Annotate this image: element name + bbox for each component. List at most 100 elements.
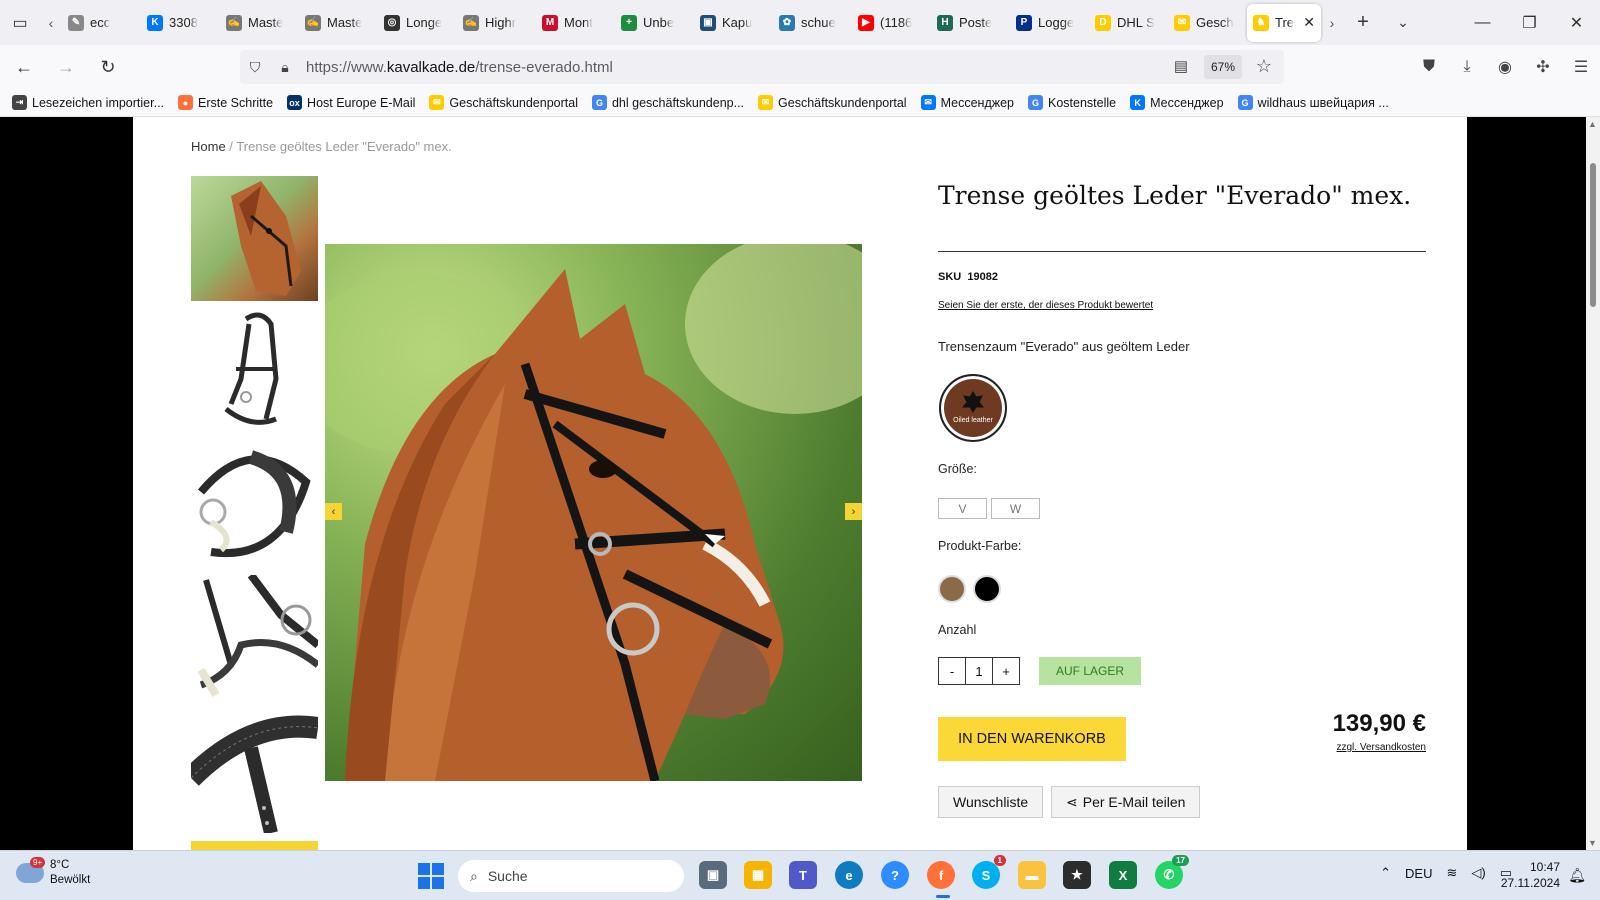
tab-13[interactable]: D DHL S <box>1089 4 1168 42</box>
tab-scroll-right-button[interactable]: › <box>1321 0 1343 45</box>
store-icon[interactable]: ▦ <box>744 861 772 889</box>
add-to-cart-button[interactable]: IN DEN WARENKORB <box>938 717 1126 761</box>
gallery-prev-button[interactable]: ‹ <box>325 503 342 520</box>
close-window-button[interactable]: ✕ <box>1553 0 1600 45</box>
write-review-link[interactable]: Seien Sie der erste, der dieses Produkt … <box>938 300 1153 311</box>
bookmark-item[interactable]: Gdhl geschäftskundenp... <box>591 95 744 110</box>
file-explorer-icon[interactable]: ▬ <box>1018 861 1046 889</box>
tab-8[interactable]: ▣ Kapu <box>694 4 773 42</box>
bookmark-star-icon[interactable]: ☆ <box>1256 56 1272 77</box>
scroll-up-arrow[interactable]: ▲ <box>1588 119 1597 129</box>
downloads-icon[interactable]: ⤓ <box>1448 45 1486 89</box>
tab-scroll-left-button[interactable]: ‹ <box>40 0 62 45</box>
forward-button[interactable]: → <box>48 49 84 85</box>
thumbnail-horse-photo[interactable] <box>191 176 318 301</box>
tab-4[interactable]: ◎ Longe <box>378 4 457 42</box>
notification-bell-icon[interactable]: 🔔︎ <box>1568 867 1586 884</box>
url-bar[interactable]: ⛉ 🔒︎ https://www.kavalkade.de/trense-eve… <box>240 50 1284 84</box>
restore-button[interactable]: ❐ <box>1506 0 1553 45</box>
extensions-icon[interactable]: ✣ <box>1524 45 1562 89</box>
tab-label: Logge <box>1038 15 1075 30</box>
firefox-view-button[interactable]: ▭ <box>0 0 40 45</box>
excel-icon[interactable]: X <box>1109 861 1137 889</box>
bookmark-item[interactable]: K Мессенджер <box>1130 95 1224 110</box>
bookmark-item[interactable]: ox Host Europe E-Mail <box>287 95 415 110</box>
target-icon: ◎ <box>384 14 400 31</box>
whatsapp-icon[interactable]: ✆ 17 <box>1155 855 1189 889</box>
bookmark-item[interactable]: ⇥ Lesezeichen importier... <box>12 95 164 110</box>
thumbnail-stitching-detail[interactable] <box>191 708 318 833</box>
color-swatch-brown[interactable] <box>938 575 966 603</box>
bookmark-item[interactable]: ✉ Мессенджер <box>920 95 1014 110</box>
thumbnail-bridle-full[interactable] <box>191 309 318 434</box>
page-scrollbar[interactable]: ▲ ▼ <box>1586 117 1600 850</box>
teams-icon[interactable]: T <box>789 861 817 889</box>
color-swatch-black[interactable] <box>973 575 1001 603</box>
shipping-costs-link[interactable]: zzgl. Versandkosten <box>1337 742 1427 753</box>
bookmark-item[interactable]: ● Erste Schritte <box>178 95 273 110</box>
main-product-image[interactable]: ‹ › <box>325 244 862 781</box>
tab-12[interactable]: P Logge <box>1010 4 1089 42</box>
task-view-icon[interactable]: ▣ <box>699 861 727 889</box>
reader-view-icon[interactable]: ▤ <box>1174 57 1188 75</box>
breadcrumb-home-link[interactable]: Home <box>191 139 226 154</box>
account-icon[interactable]: ◉ <box>1486 45 1524 89</box>
size-option-v[interactable]: V <box>938 498 987 519</box>
share-email-button[interactable]: ⋖ Per E-Mail teilen <box>1051 786 1201 818</box>
thumbnail-more-indicator[interactable] <box>191 841 318 850</box>
tab-active[interactable]: ♞ Tre ✕ <box>1247 3 1321 42</box>
language-indicator[interactable]: DEU <box>1405 866 1432 881</box>
menu-icon[interactable]: ☰ <box>1562 45 1600 89</box>
bookmark-item[interactable]: Gwildhaus швейцария ... <box>1237 95 1389 110</box>
bookmark-item[interactable]: ✉ Geschäftskundenportal <box>429 95 578 110</box>
size-option-w[interactable]: W <box>991 498 1040 519</box>
chevron-up-icon[interactable]: ⌃ <box>1380 865 1391 881</box>
clock[interactable]: 10:47 27.11.2024 <box>1501 859 1560 891</box>
volume-icon[interactable]: ◁) <box>1471 865 1485 881</box>
tab-1[interactable]: K 3308 <box>141 4 220 42</box>
quantity-input[interactable]: 1 <box>965 657 993 685</box>
sku-value: 19082 <box>967 271 998 283</box>
gallery-next-button[interactable]: › <box>845 503 862 520</box>
scrollbar-thumb[interactable] <box>1590 163 1596 307</box>
new-tab-button[interactable]: + <box>1343 0 1383 45</box>
thumbnail-browband-detail[interactable] <box>191 442 318 567</box>
quantity-decrease-button[interactable]: - <box>938 657 966 685</box>
tab-14[interactable]: ✉ Gesch <box>1168 4 1247 42</box>
tab-6[interactable]: M Mont <box>536 4 615 42</box>
list-all-tabs-button[interactable]: ⌄ <box>1383 0 1423 45</box>
quantity-increase-button[interactable]: + <box>992 657 1020 685</box>
lock-icon[interactable]: 🔒︎ <box>270 59 300 76</box>
shield-icon[interactable]: ⛉ <box>240 59 270 76</box>
minimize-button[interactable]: — <box>1459 0 1506 45</box>
back-button[interactable]: ← <box>6 49 42 85</box>
zoom-level-button[interactable]: 67% <box>1203 55 1242 79</box>
tab-9[interactable]: ✿ schue <box>773 4 852 42</box>
weather-description: Bewölkt <box>50 874 91 886</box>
url-text[interactable]: https://www.kavalkade.de/trense-everado.… <box>306 59 613 76</box>
tab-2[interactable]: ✍ Maste <box>220 4 299 42</box>
taskbar-search[interactable]: ⌕ Suche <box>458 860 684 892</box>
skype-icon[interactable]: S1 <box>972 855 1006 889</box>
bookmark-item[interactable]: G Kostenstelle <box>1028 95 1116 110</box>
wishlist-button[interactable]: Wunschliste <box>938 786 1044 818</box>
close-icon[interactable]: ✕ <box>1303 14 1315 31</box>
star-app-icon[interactable]: ★ <box>1063 861 1091 889</box>
tab-5[interactable]: ✍ Highr <box>457 4 536 42</box>
weather-widget[interactable]: 9+ 8°C Bewölkt <box>16 857 91 888</box>
start-button[interactable] <box>418 863 444 889</box>
tab-0[interactable]: ✎ ecc <box>62 4 141 42</box>
edge-icon[interactable]: e <box>835 861 863 889</box>
tab-10[interactable]: ▶ (1186 <box>852 4 931 42</box>
tab-11[interactable]: H Poste <box>931 4 1010 42</box>
thumbnail-noseband-detail[interactable] <box>191 575 318 700</box>
reload-button[interactable]: ↻ <box>90 49 126 85</box>
tab-3[interactable]: ✍ Maste <box>299 4 378 42</box>
tab-7[interactable]: + Unbe <box>615 4 694 42</box>
firefox-icon[interactable]: f <box>927 861 955 889</box>
wifi-icon[interactable]: ≋ <box>1446 865 1457 881</box>
bookmark-item[interactable]: ✉ Geschäftskundenportal <box>758 95 907 110</box>
scroll-down-arrow[interactable]: ▼ <box>1588 838 1597 848</box>
help-icon[interactable]: ? <box>881 861 909 889</box>
pocket-icon[interactable]: ⛊ <box>1410 45 1448 89</box>
